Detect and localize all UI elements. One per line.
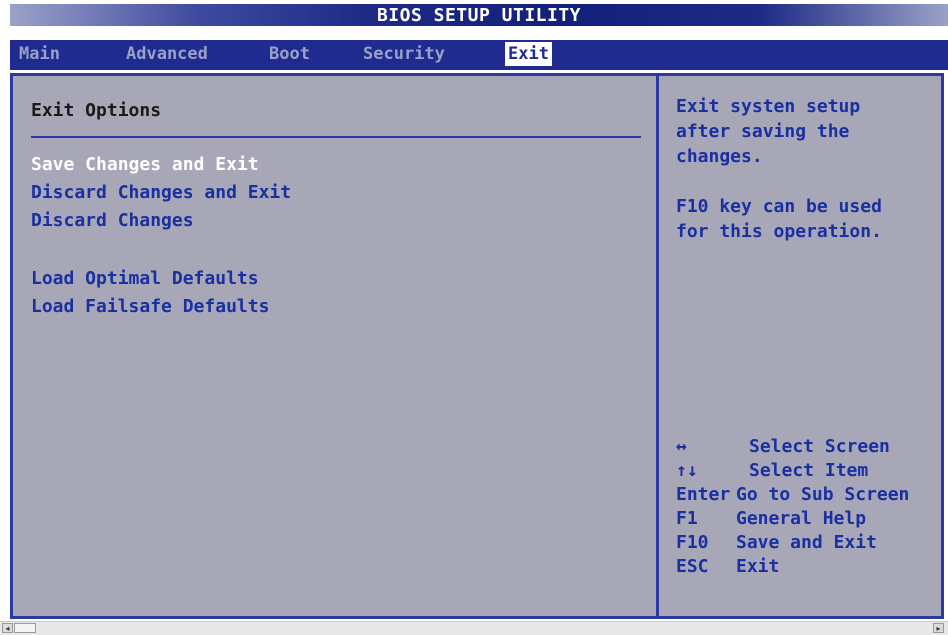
help-line: for this operation. <box>676 221 882 242</box>
option-load-optimal-defaults[interactable]: Load Optimal Defaults <box>31 268 259 289</box>
help-line: changes. <box>676 146 763 167</box>
key-desc: Save and Exit <box>736 532 877 553</box>
bios-title: BIOS SETUP UTILITY <box>376 5 582 26</box>
tab-main[interactable]: Main <box>16 42 63 66</box>
key-desc: Go to Sub Screen <box>736 484 910 505</box>
key-name: F1 <box>676 508 698 529</box>
key-name: ↑↓ <box>676 460 698 481</box>
key-desc: Exit <box>736 556 780 577</box>
option-discard-changes-and-exit[interactable]: Discard Changes and Exit <box>31 182 291 203</box>
key-desc: General Help <box>736 508 867 529</box>
main-frame: Exit Options Save Changes and Exit Disca… <box>10 73 944 619</box>
horizontal-scrollbar[interactable]: ◂ ▸ <box>0 621 948 635</box>
tab-advanced[interactable]: Advanced <box>123 42 211 66</box>
tab-security[interactable]: Security <box>360 42 448 66</box>
section-title: Exit Options <box>31 100 162 121</box>
tab-exit[interactable]: Exit <box>505 42 552 66</box>
scroll-left-arrow-icon[interactable]: ◂ <box>2 623 13 633</box>
menu-bar: Main Advanced Boot Security Exit <box>10 40 948 70</box>
key-name: ↔ <box>676 436 687 457</box>
help-text: Exit systen setup after saving the chang… <box>676 94 882 244</box>
key-name: ESC <box>676 556 709 577</box>
key-name: F10 <box>676 532 709 553</box>
key-desc: Select Screen <box>749 436 890 457</box>
tab-boot[interactable]: Boot <box>266 42 313 66</box>
bios-screen: BIOS SETUP UTILITY Main Advanced Boot Se… <box>0 0 948 635</box>
section-divider <box>31 136 641 138</box>
scroll-right-arrow-icon[interactable]: ▸ <box>933 623 944 633</box>
option-load-failsafe-defaults[interactable]: Load Failsafe Defaults <box>31 296 269 317</box>
help-line: Exit systen setup <box>676 96 861 117</box>
title-bar: BIOS SETUP UTILITY <box>10 4 948 26</box>
panel-divider <box>656 76 659 616</box>
scroll-thumb[interactable] <box>14 623 36 633</box>
key-desc: Select Item <box>749 460 869 481</box>
help-line <box>676 169 882 194</box>
option-discard-changes[interactable]: Discard Changes <box>31 210 194 231</box>
key-name: Enter <box>676 484 731 505</box>
help-line: F10 key can be used <box>676 196 882 217</box>
help-line: after saving the <box>676 121 850 142</box>
option-save-changes-and-exit[interactable]: Save Changes and Exit <box>31 154 259 175</box>
